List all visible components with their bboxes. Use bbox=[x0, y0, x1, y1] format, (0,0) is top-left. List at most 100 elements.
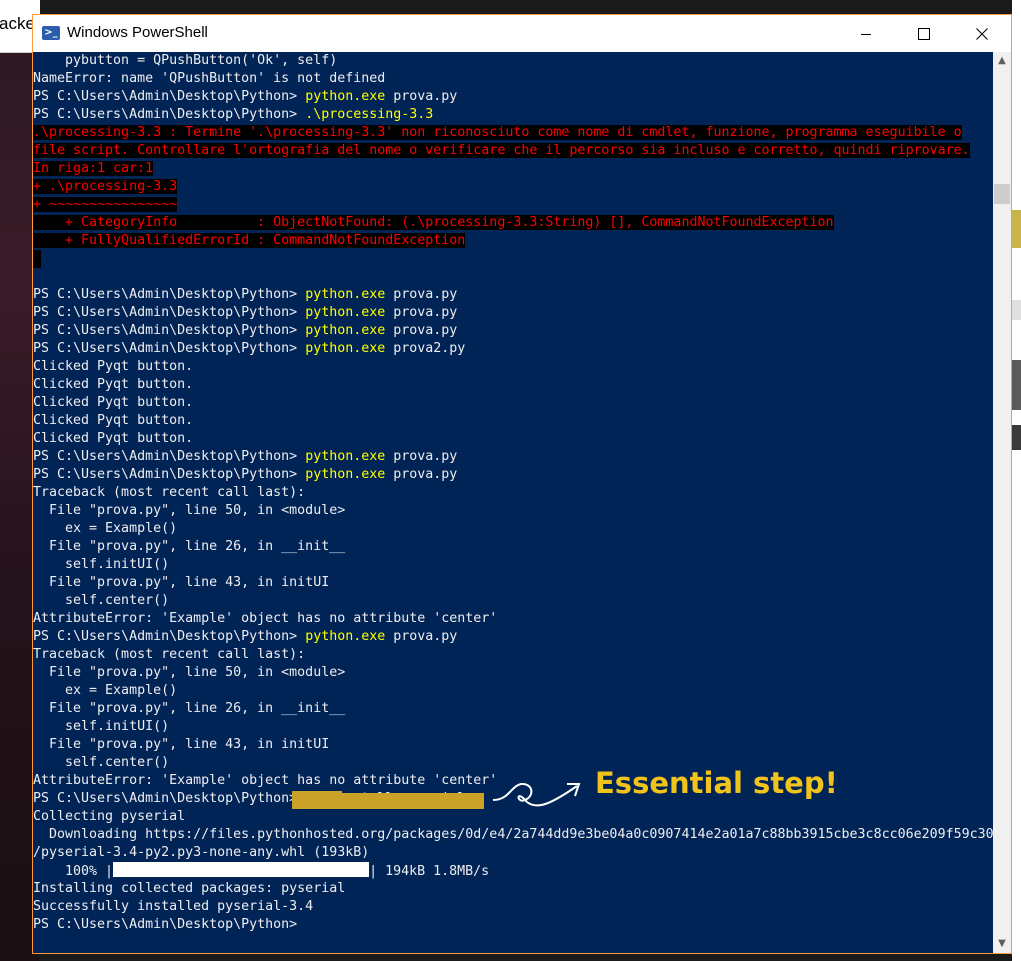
output-text: NameError: name 'QPushButton' is not def… bbox=[33, 71, 386, 86]
error-text: file script. Controllare l'ortografia de… bbox=[33, 143, 970, 158]
prompt-text: PS C:\Users\Admin\Desktop\Python> bbox=[33, 467, 306, 482]
background-app-band bbox=[1012, 360, 1021, 410]
console-output[interactable]: pybutton = QPushButton('Ok', self) NameEr… bbox=[33, 52, 993, 953]
error-text: In riga:1 car:1 bbox=[33, 161, 154, 176]
console-line bbox=[33, 250, 993, 268]
output-text: AttributeError: 'Example' object has no … bbox=[33, 773, 498, 788]
command-text: python.exe bbox=[305, 629, 386, 644]
output-text: Clicked Pyqt button. bbox=[33, 359, 194, 374]
output-text: Clicked Pyqt button. bbox=[33, 395, 194, 410]
output-text: File "prova.py", line 43, in initUI bbox=[33, 575, 330, 590]
console-line: + .\processing-3.3 bbox=[33, 178, 993, 196]
command-args: prova.py bbox=[385, 89, 458, 104]
output-text: Downloading https://files.pythonhosted.o… bbox=[33, 827, 993, 842]
minimize-icon bbox=[861, 33, 871, 35]
console-line: PS C:\Users\Admin\Desktop\Python> python… bbox=[33, 466, 993, 484]
redaction-mark bbox=[292, 791, 342, 809]
console-line: PS C:\Users\Admin\Desktop\Python> python… bbox=[33, 340, 993, 358]
output-text: Clicked Pyqt button. bbox=[33, 431, 194, 446]
vertical-scrollbar[interactable]: ▲ ▼ bbox=[993, 52, 1011, 953]
prompt-text: PS C:\Users\Admin\Desktop\Python> bbox=[33, 107, 306, 122]
output-text: pybutton = QPushButton('Ok', self) bbox=[33, 53, 338, 68]
error-text: + .\processing-3.3 bbox=[33, 179, 178, 194]
background-app-text: acke bbox=[0, 14, 35, 33]
scroll-down-icon[interactable]: ▼ bbox=[993, 935, 1011, 953]
annotation-arrow-icon bbox=[492, 782, 581, 807]
output-text: ex = Example() bbox=[33, 521, 178, 536]
progress-stats: | 194kB 1.8MB/s bbox=[369, 864, 490, 879]
command-text: .\processing-3.3 bbox=[305, 107, 434, 122]
command-args: prova.py bbox=[385, 323, 458, 338]
command-args: prova.py bbox=[385, 287, 458, 302]
error-text: + FullyQualifiedErrorId : CommandNotFoun… bbox=[33, 233, 466, 248]
console-line: ex = Example() bbox=[33, 682, 993, 700]
console-line: PS C:\Users\Admin\Desktop\Python> bbox=[33, 916, 993, 934]
command-args: prova.py bbox=[385, 449, 458, 464]
output-text: Clicked Pyqt button. bbox=[33, 413, 194, 428]
console-line: + FullyQualifiedErrorId : CommandNotFoun… bbox=[33, 232, 993, 250]
console-line: /pyserial-3.4-py2.py3-none-any.whl (193k… bbox=[33, 844, 993, 862]
title-bar[interactable]: >_ Windows PowerShell bbox=[33, 15, 1011, 52]
console-line: Downloading https://files.pythonhosted.o… bbox=[33, 826, 993, 844]
prompt-text: PS C:\Users\Admin\Desktop\Python> bbox=[33, 629, 306, 644]
output-text: self.initUI() bbox=[33, 557, 170, 572]
output-text: Installing collected packages: pyserial bbox=[33, 881, 346, 896]
minimize-button[interactable] bbox=[837, 15, 895, 52]
output-text: Clicked Pyqt button. bbox=[33, 377, 194, 392]
output-text: Traceback (most recent call last): bbox=[33, 647, 306, 662]
console-line: File "prova.py", line 43, in initUI bbox=[33, 574, 993, 592]
error-cursor-block bbox=[33, 250, 41, 268]
powershell-window[interactable]: >_ Windows PowerShell pybutton = QPushBu… bbox=[32, 14, 1012, 954]
console-line: PS C:\Users\Admin\Desktop\Python> python… bbox=[33, 628, 993, 646]
error-text: .\processing-3.3 : Termine '.\processing… bbox=[33, 125, 962, 140]
maximize-button[interactable] bbox=[895, 15, 953, 52]
command-text: python.exe bbox=[305, 323, 386, 338]
background-app-band bbox=[1012, 210, 1021, 248]
console-line: File "prova.py", line 43, in initUI bbox=[33, 736, 993, 754]
console-line: PS C:\Users\Admin\Desktop\Python> python… bbox=[33, 304, 993, 322]
output-text: self.center() bbox=[33, 593, 170, 608]
powershell-icon[interactable]: >_ bbox=[42, 26, 60, 40]
output-text: Traceback (most recent call last): bbox=[33, 485, 306, 500]
prompt-text: PS C:\Users\Admin\Desktop\Python> bbox=[33, 341, 306, 356]
console-line: NameError: name 'QPushButton' is not def… bbox=[33, 70, 993, 88]
console-line: Clicked Pyqt button. bbox=[33, 430, 993, 448]
console-line: self.initUI() bbox=[33, 556, 993, 574]
close-button[interactable] bbox=[953, 15, 1011, 52]
console-line: file script. Controllare l'ortografia de… bbox=[33, 142, 993, 160]
console-line: self.center() bbox=[33, 754, 993, 772]
background-app-band bbox=[1012, 300, 1021, 320]
prompt-text: PS C:\Users\Admin\Desktop\Python> bbox=[33, 287, 306, 302]
output-text: self.center() bbox=[33, 755, 170, 770]
console-line: self.initUI() bbox=[33, 718, 993, 736]
command-text: python.exe bbox=[305, 467, 386, 482]
console-line: .\processing-3.3 : Termine '.\processing… bbox=[33, 124, 993, 142]
console-line: File "prova.py", line 26, in __init__ bbox=[33, 700, 993, 718]
console-line: PS C:\Users\Admin\Desktop\Python> .\proc… bbox=[33, 106, 993, 124]
command-text: python.exe bbox=[305, 89, 386, 104]
scroll-up-icon[interactable]: ▲ bbox=[993, 52, 1011, 70]
console-line: PS C:\Users\Admin\Desktop\Python> python… bbox=[33, 286, 993, 304]
console-line: Installing collected packages: pyserial bbox=[33, 880, 993, 898]
scroll-thumb[interactable] bbox=[994, 184, 1010, 204]
console-line: pybutton = QPushButton('Ok', self) bbox=[33, 52, 993, 70]
background-app-band bbox=[1012, 425, 1021, 450]
output-text: Collecting pyserial bbox=[33, 809, 186, 824]
error-text: + CategoryInfo : ObjectNotFound: (.\proc… bbox=[33, 215, 834, 230]
console-line: Successfully installed pyserial-3.4 bbox=[33, 898, 993, 916]
window-title: Windows PowerShell bbox=[67, 24, 208, 41]
console-line: In riga:1 car:1 bbox=[33, 160, 993, 178]
output-text: File "prova.py", line 50, in <module> bbox=[33, 665, 346, 680]
prompt-text: PS C:\Users\Admin\Desktop\Python> bbox=[33, 449, 306, 464]
command-text: python.exe bbox=[305, 341, 386, 356]
console-line: PS C:\Users\Admin\Desktop\Python> python… bbox=[33, 88, 993, 106]
console-line: File "prova.py", line 50, in <module> bbox=[33, 664, 993, 682]
console-line: + CategoryInfo : ObjectNotFound: (.\proc… bbox=[33, 214, 993, 232]
command-args: prova.py bbox=[385, 305, 458, 320]
prompt-text: PS C:\Users\Admin\Desktop\Python> bbox=[33, 89, 306, 104]
output-text: File "prova.py", line 26, in __init__ bbox=[33, 701, 346, 716]
close-icon bbox=[976, 27, 988, 40]
output-text: PS C:\Users\Admin\Desktop\Python> bbox=[33, 917, 298, 932]
command-args: prova.py bbox=[385, 467, 458, 482]
